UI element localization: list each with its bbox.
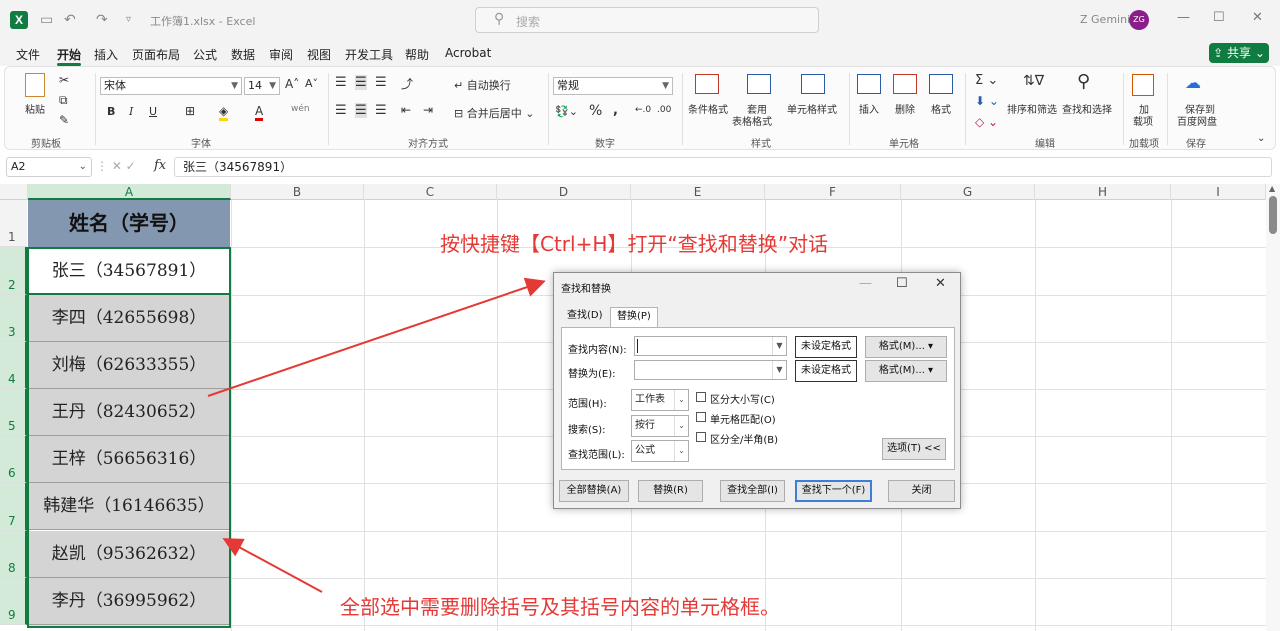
find-all-button[interactable]: 查找全部(I): [720, 480, 785, 502]
match-width-checkbox[interactable]: [696, 432, 706, 442]
search-order-select[interactable]: 按行 ⌄: [631, 415, 689, 437]
find-what-input[interactable]: ▼: [634, 336, 787, 356]
match-width-label: 区分全/半角(B): [710, 435, 779, 446]
dialog-minimize-icon: —: [859, 276, 872, 291]
search-order-value: 按行: [635, 420, 655, 431]
tab-replace[interactable]: 替换(P): [610, 307, 658, 328]
search-order-label: 搜索(S):: [568, 425, 606, 436]
text-cursor: [637, 339, 638, 353]
chevron-down-icon: ⌄: [674, 390, 688, 410]
no-format-set-find: 未设定格式: [795, 336, 857, 358]
match-cell-label: 单元格匹配(O): [710, 415, 776, 426]
look-in-label: 查找范围(L):: [568, 450, 625, 461]
arrow-to-dialog: [207, 277, 546, 397]
look-in-select[interactable]: 公式 ⌄: [631, 440, 689, 462]
dialog-maximize-icon[interactable]: ☐: [896, 276, 908, 291]
match-case-checkbox[interactable]: [696, 392, 706, 402]
within-select[interactable]: 工作表 ⌄: [631, 389, 689, 411]
replace-with-label: 替换为(E):: [568, 369, 616, 380]
find-replace-dialog: 查找和替换 — ☐ ✕ 查找(D) 替换(P) 查找内容(N): ▼ 未设定格式…: [553, 272, 961, 509]
format-button-replace-label: 格式(M)...: [878, 365, 925, 376]
dialog-close-icon[interactable]: ✕: [935, 276, 946, 291]
look-in-value: 公式: [635, 445, 655, 456]
format-button-find[interactable]: 格式(M)... ▾: [865, 336, 947, 358]
format-button-find-label: 格式(M)...: [878, 341, 925, 352]
dialog-title: 查找和替换: [561, 284, 611, 295]
replace-with-input[interactable]: ▼: [634, 360, 787, 380]
match-case-label: 区分大小写(C): [710, 395, 775, 406]
chevron-down-icon: ⌄: [674, 416, 688, 436]
within-value: 工作表: [635, 394, 665, 405]
replace-button[interactable]: 替换(R): [638, 480, 703, 502]
options-button[interactable]: 选项(T) <<: [882, 438, 946, 460]
no-format-set-replace: 未设定格式: [795, 360, 857, 382]
format-button-replace[interactable]: 格式(M)... ▾: [865, 360, 947, 382]
replace-all-button[interactable]: 全部替换(A): [559, 480, 629, 502]
close-button[interactable]: 关闭: [888, 480, 955, 502]
tab-find[interactable]: 查找(D): [561, 307, 609, 327]
match-cell-checkbox[interactable]: [696, 412, 706, 422]
replace-panel: 查找内容(N): ▼ 未设定格式 格式(M)... ▾ 替换为(E): ▼ 未设…: [561, 327, 955, 470]
chevron-down-icon[interactable]: ▼: [772, 361, 786, 379]
arrow-to-cells: [222, 538, 323, 593]
chevron-down-icon[interactable]: ▼: [772, 337, 786, 355]
find-next-button[interactable]: 查找下一个(F): [795, 480, 872, 502]
chevron-down-icon: ⌄: [674, 441, 688, 461]
find-what-label: 查找内容(N):: [568, 345, 627, 356]
within-label: 范围(H):: [568, 399, 607, 410]
